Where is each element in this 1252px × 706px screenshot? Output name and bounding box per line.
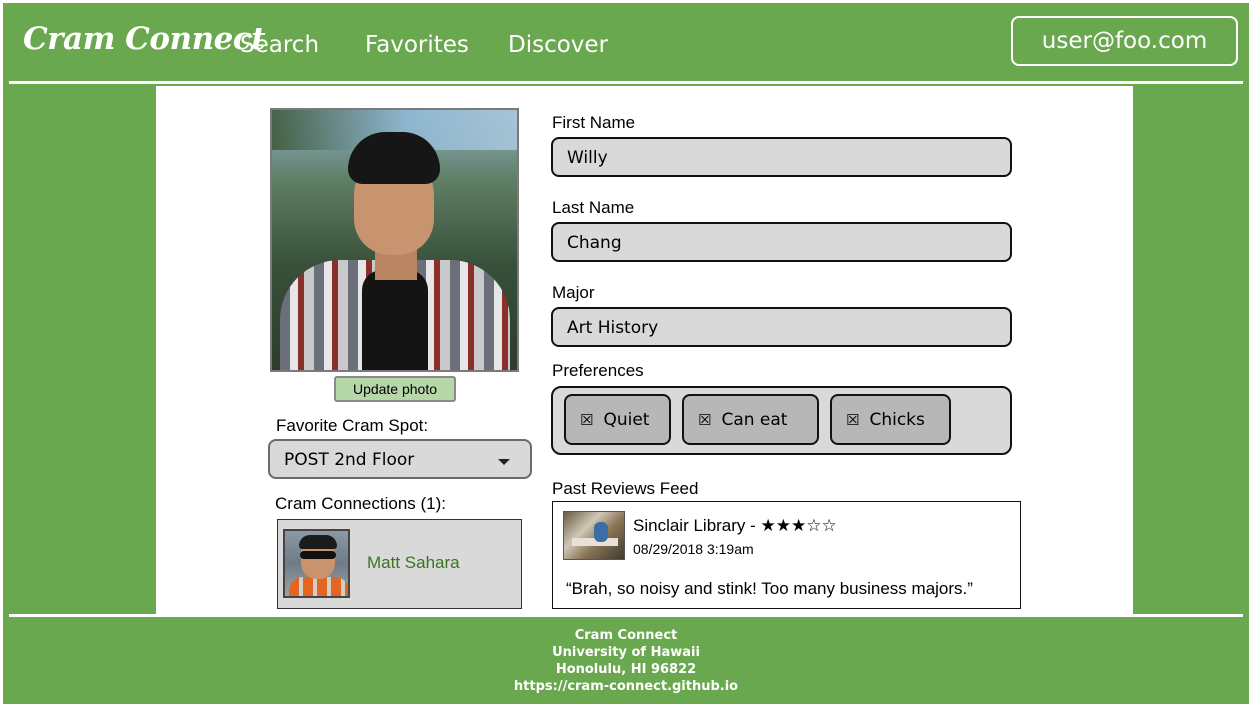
- preference-label: Chicks: [869, 409, 925, 430]
- user-account-button[interactable]: user@foo.com: [1011, 16, 1238, 66]
- nav-link-discover[interactable]: Discover: [508, 32, 608, 58]
- review-title[interactable]: Sinclair Library - ★★★☆☆: [633, 516, 837, 536]
- header-divider: [9, 81, 1243, 84]
- profile-content: Update photo Favorite Cram Spot: POST 2n…: [156, 86, 1133, 616]
- review-thumbnail: [563, 511, 625, 560]
- favorite-spot-label: Favorite Cram Spot:: [276, 416, 429, 435]
- preference-chip-chicks[interactable]: ☒ Chicks: [830, 394, 951, 445]
- last-name-value: Chang: [567, 233, 622, 253]
- checked-box-icon: ☒: [580, 410, 594, 429]
- first-name-value: Willy: [567, 148, 608, 168]
- preference-label: Can eat: [721, 409, 788, 430]
- profile-photo: [270, 108, 519, 372]
- nav-link-favorites[interactable]: Favorites: [365, 32, 469, 58]
- preferences-label: Preferences: [552, 361, 644, 380]
- nav-link-search[interactable]: Search: [240, 32, 319, 58]
- review-text: “Brah, so noisy and stink! Too many busi…: [566, 579, 973, 598]
- footer: Cram Connect University of Hawaii Honolu…: [3, 627, 1249, 695]
- top-navbar: Cram Connect Search Favorites Discover u…: [3, 3, 1249, 81]
- preference-chip-quiet[interactable]: ☒ Quiet: [564, 394, 671, 445]
- first-name-field[interactable]: Willy: [551, 137, 1012, 177]
- checked-box-icon: ☒: [846, 410, 860, 429]
- preference-chip-can-eat[interactable]: ☒ Can eat: [682, 394, 819, 445]
- preference-label: Quiet: [603, 409, 650, 430]
- major-field[interactable]: Art History: [551, 307, 1012, 347]
- first-name-label: First Name: [552, 113, 636, 132]
- connection-card[interactable]: Matt Sahara: [277, 519, 522, 609]
- update-photo-button[interactable]: Update photo: [334, 376, 456, 402]
- reviews-feed-label: Past Reviews Feed: [552, 479, 699, 498]
- page-frame: Cram Connect Search Favorites Discover u…: [3, 3, 1249, 704]
- last-name-label: Last Name: [552, 198, 635, 217]
- footer-line-address: Honolulu, HI 96822: [555, 662, 697, 677]
- brand-logo[interactable]: Cram Connect: [23, 21, 266, 57]
- review-card: Sinclair Library - ★★★☆☆ 08/29/2018 3:19…: [552, 501, 1021, 609]
- footer-line-url[interactable]: https://cram-connect.github.io: [3, 678, 1249, 695]
- last-name-field[interactable]: Chang: [551, 222, 1012, 262]
- connections-label: Cram Connections (1):: [275, 494, 447, 513]
- connection-avatar: [283, 529, 350, 598]
- checked-box-icon: ☒: [698, 410, 712, 429]
- favorite-spot-value: POST 2nd Floor: [284, 450, 415, 470]
- favorite-spot-select[interactable]: POST 2nd Floor: [268, 439, 532, 479]
- major-value: Art History: [567, 318, 659, 338]
- footer-line-name: Cram Connect: [574, 628, 678, 643]
- major-label: Major: [552, 283, 595, 302]
- caret-down-icon: [498, 459, 510, 465]
- preferences-box: ☒ Quiet ☒ Can eat ☒ Chicks: [551, 386, 1012, 455]
- review-date: 08/29/2018 3:19am: [633, 541, 754, 557]
- footer-line-university: University of Hawaii: [552, 645, 700, 660]
- footer-divider: [9, 614, 1243, 617]
- connection-name-link[interactable]: Matt Sahara: [367, 553, 460, 573]
